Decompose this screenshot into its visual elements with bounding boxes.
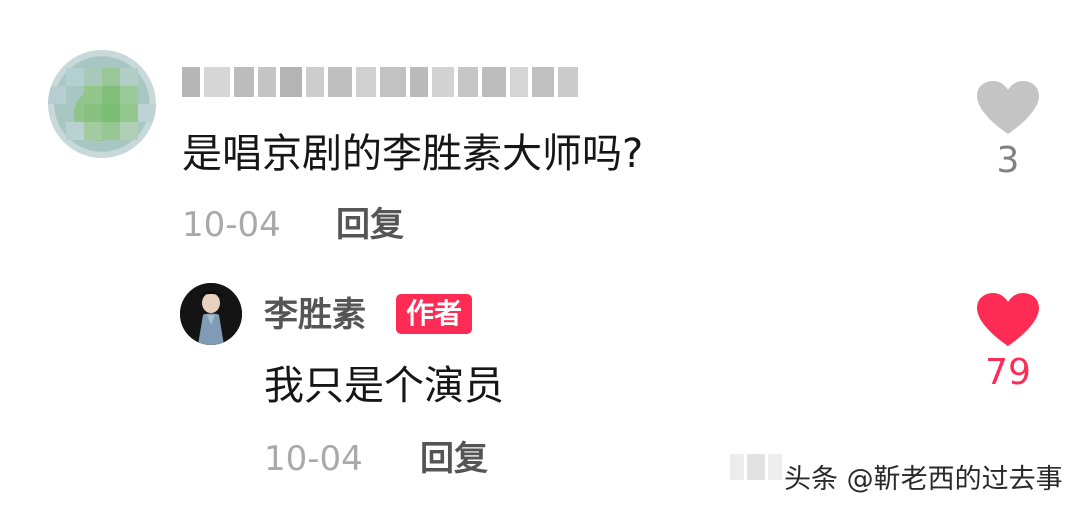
heart-icon [977, 293, 1039, 346]
reply-like-button[interactable] [975, 292, 1041, 348]
author-portrait-image [180, 283, 242, 345]
reply-date: 10-04 [264, 439, 363, 479]
commenter-username-blurred[interactable] [182, 64, 578, 100]
comment-like-count: 3 [996, 140, 1020, 181]
author-badge: 作者 [396, 294, 473, 334]
watermark: 头条 @靳老西的过去事 [784, 464, 1063, 495]
reply-like-count: 79 [985, 352, 1031, 393]
author-username[interactable]: 李胜素 [264, 290, 366, 340]
comment-like-button[interactable] [975, 80, 1041, 136]
heart-icon [977, 81, 1039, 134]
comment-date: 10-04 [182, 205, 281, 245]
comment-text: 是唱京剧的李胜素大师吗? [182, 131, 644, 177]
author-avatar[interactable] [180, 283, 242, 345]
watermark-blur [730, 450, 782, 484]
reply-text: 我只是个演员 [264, 363, 504, 409]
comment-reply-button[interactable]: 回复 [336, 200, 404, 250]
reply-reply-button[interactable]: 回复 [420, 434, 488, 484]
commenter-avatar[interactable] [48, 50, 156, 158]
